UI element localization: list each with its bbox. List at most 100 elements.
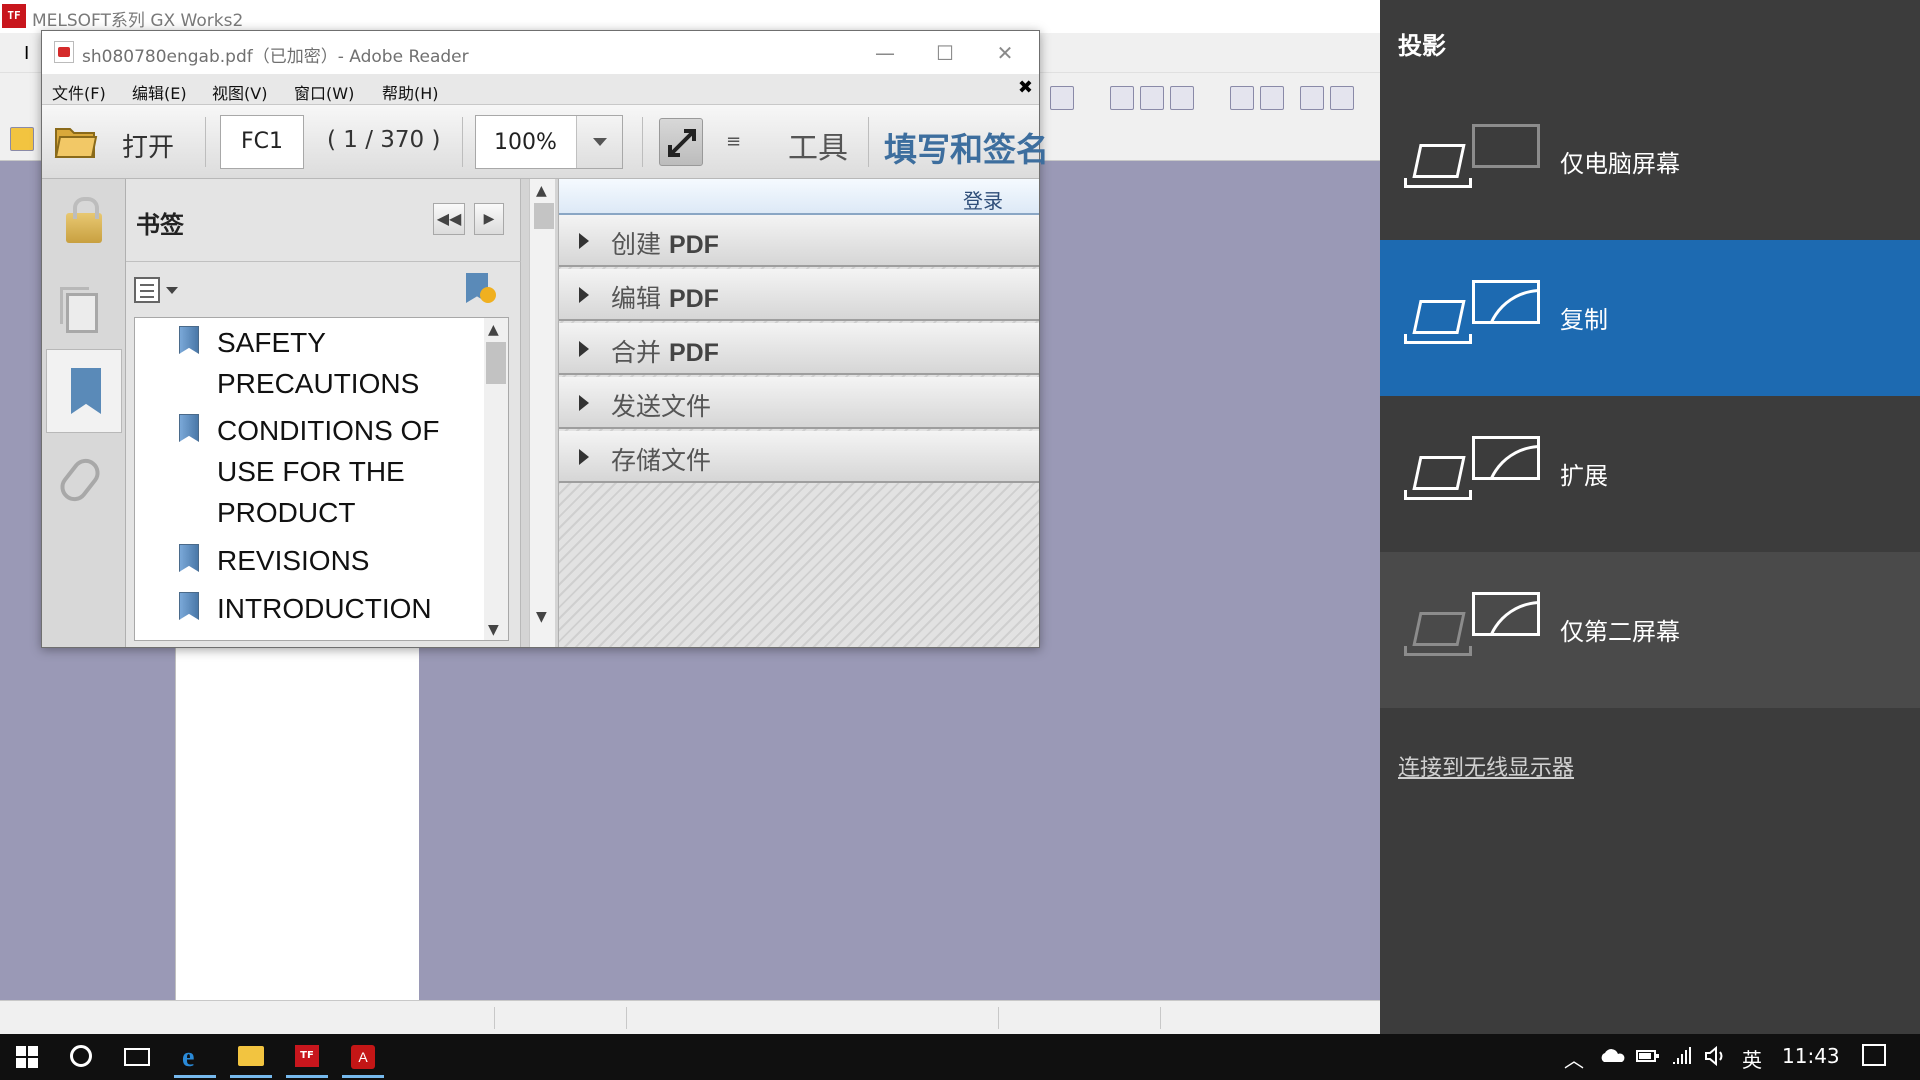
- search-button[interactable]: [60, 1040, 104, 1074]
- gx-toolbar-icon[interactable]: [1140, 86, 1164, 110]
- gx-toolbar-icon[interactable]: [1300, 86, 1324, 110]
- gx-titlebar[interactable]: TF MELSOFT系列 GX Works2: [0, 0, 1380, 33]
- close-document-icon[interactable]: ✖: [1018, 77, 1033, 98]
- scroll-thumb[interactable]: [486, 342, 506, 384]
- laptop-off-icon: [1404, 612, 1472, 660]
- chevron-down-icon[interactable]: [576, 116, 622, 168]
- status-divider: [626, 1007, 627, 1029]
- taskbar-app-explorer[interactable]: [224, 1036, 278, 1078]
- bookmark-icon: [179, 592, 199, 620]
- tools-row-label: 发送文件: [611, 387, 711, 423]
- cortana-icon: [70, 1045, 92, 1067]
- tools-row-label: 合并 PDF: [611, 333, 719, 369]
- gx-toolbar-icon[interactable]: [1110, 86, 1134, 110]
- gx-project-icon[interactable]: [10, 127, 34, 151]
- start-button[interactable]: [6, 1040, 50, 1074]
- gx-statusbar: [0, 1000, 1380, 1034]
- expand-arrow-icon: [579, 449, 589, 465]
- security-button[interactable]: [46, 185, 122, 269]
- fullscreen-button[interactable]: [659, 118, 703, 166]
- task-view-button[interactable]: [114, 1040, 158, 1074]
- gx-toolbar-icon[interactable]: [1170, 86, 1194, 110]
- gx-toolbar-icon[interactable]: [1330, 86, 1354, 110]
- menu-edit[interactable]: 编辑(E): [132, 80, 187, 104]
- maximize-button[interactable]: ☐: [915, 35, 975, 71]
- pages-icon: [60, 287, 98, 333]
- expand-icon: [668, 129, 696, 157]
- wifi-icon[interactable]: [1672, 1046, 1694, 1066]
- collapse-panel-button[interactable]: ◀◀: [433, 203, 465, 235]
- gx-window-title: MELSOFT系列 GX Works2: [32, 11, 244, 31]
- taskbar-app-melsoft[interactable]: TF: [280, 1036, 334, 1078]
- combine-pdf-row[interactable]: 合并 PDF: [559, 323, 1039, 375]
- close-button[interactable]: ✕: [975, 35, 1035, 71]
- taskbar-app-ie[interactable]: e: [168, 1036, 222, 1078]
- bookmark-list[interactable]: SAFETY PRECAUTIONS CONDITIONS OF USE FOR…: [134, 317, 509, 641]
- bookmark-options-button[interactable]: [134, 275, 182, 305]
- lock-icon: [66, 197, 102, 243]
- document-scrollbar[interactable]: ▲ ▼: [529, 179, 555, 647]
- create-pdf-row[interactable]: 创建 PDF: [559, 215, 1039, 267]
- attachments-button[interactable]: [46, 437, 122, 521]
- tools-row-label: 存储文件: [611, 441, 711, 477]
- customize-toolbar-icon[interactable]: ≡: [726, 131, 741, 152]
- tools-row-label: 编辑 PDF: [611, 279, 719, 315]
- scroll-down-icon[interactable]: ▼: [488, 622, 499, 638]
- bookmarks-title: 书签: [136, 211, 184, 239]
- taskbar-app-acrobat[interactable]: A: [336, 1036, 390, 1078]
- page-thumbnails-button[interactable]: [46, 271, 122, 355]
- menu-help[interactable]: 帮助(H): [382, 80, 439, 104]
- gx-toolbar-icon[interactable]: [1260, 86, 1284, 110]
- clock[interactable]: 11:43: [1782, 1044, 1840, 1068]
- onedrive-icon[interactable]: [1600, 1048, 1626, 1064]
- reader-toolbar: 打开 FC1 ( 1 / 370 ) 100% ≡ 工具 填写和签名: [42, 104, 1049, 179]
- action-center-icon[interactable]: [1862, 1044, 1886, 1066]
- gx-toolbar-icon[interactable]: [1050, 86, 1074, 110]
- show-hidden-icons-icon[interactable]: ︿: [1564, 1044, 1584, 1073]
- reader-window-title: sh080780engab.pdf（已加密）- Adobe Reader: [82, 47, 469, 67]
- login-link[interactable]: 登录: [963, 185, 1003, 214]
- menu-view[interactable]: 视图(V): [212, 80, 267, 104]
- scroll-down-icon[interactable]: ▼: [536, 609, 547, 625]
- scroll-up-icon[interactable]: ▲: [488, 322, 499, 338]
- reader-titlebar[interactable]: sh080780engab.pdf（已加密）- Adobe Reader — ☐…: [42, 31, 1039, 74]
- gx-toolbar-icon[interactable]: [1230, 86, 1254, 110]
- extend-option[interactable]: 扩展: [1380, 396, 1920, 552]
- page-number-input[interactable]: FC1: [220, 115, 304, 169]
- windows-logo-icon: [16, 1046, 38, 1068]
- page-count: ( 1 / 370 ): [327, 127, 441, 153]
- zoom-select[interactable]: 100%: [475, 115, 623, 169]
- bookmark-icon: [71, 368, 101, 414]
- bookmark-scrollbar[interactable]: ▲ ▼: [484, 318, 508, 640]
- menu-window[interactable]: 窗口(W): [294, 80, 354, 104]
- send-file-row[interactable]: 发送文件: [559, 377, 1039, 429]
- duplicate-option[interactable]: 复制: [1380, 240, 1920, 396]
- scroll-up-icon[interactable]: ▲: [536, 183, 547, 199]
- paperclip-icon: [54, 453, 106, 507]
- scroll-thumb[interactable]: [534, 203, 554, 229]
- minimize-button[interactable]: —: [855, 35, 915, 71]
- connect-wireless-display-link[interactable]: 连接到无线显示器: [1398, 750, 1574, 782]
- adobe-reader-window: sh080780engab.pdf（已加密）- Adobe Reader — ☐…: [41, 30, 1049, 648]
- bookmarks-button[interactable]: [46, 349, 122, 433]
- tools-button[interactable]: 工具: [788, 123, 848, 167]
- expand-arrow-icon: [579, 233, 589, 249]
- panel-divider: [126, 261, 521, 262]
- volume-icon[interactable]: [1704, 1046, 1728, 1066]
- next-panel-button[interactable]: ▶: [474, 203, 504, 235]
- project-panel: 投影 仅电脑屏幕 复制 扩展 仅第二屏幕 连接到无线显示器: [1380, 0, 1920, 1034]
- new-star-icon: [480, 287, 496, 303]
- fill-sign-button[interactable]: 填写和签名: [884, 123, 1049, 171]
- input-method-indicator[interactable]: 英: [1742, 1044, 1762, 1073]
- menu-file[interactable]: 文件(F): [52, 80, 106, 104]
- second-screen-only-option[interactable]: 仅第二屏幕: [1380, 552, 1920, 708]
- battery-icon[interactable]: [1636, 1048, 1660, 1064]
- edit-pdf-row[interactable]: 编辑 PDF: [559, 269, 1039, 321]
- task-view-icon: [124, 1048, 150, 1066]
- gx-menu-item[interactable]: I: [24, 43, 29, 64]
- open-button[interactable]: 打开: [52, 115, 212, 167]
- pc-screen-only-option[interactable]: 仅电脑屏幕: [1380, 84, 1920, 240]
- store-file-row[interactable]: 存储文件: [559, 431, 1039, 483]
- monitor-off-icon: [1472, 124, 1540, 168]
- new-bookmark-button[interactable]: [462, 271, 498, 307]
